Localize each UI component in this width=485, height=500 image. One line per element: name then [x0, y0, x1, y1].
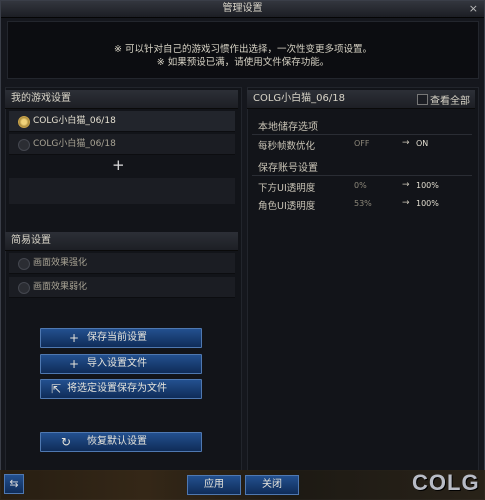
- option-to: 100%: [416, 181, 439, 190]
- radio-icon[interactable]: [18, 139, 30, 151]
- option-name: 角色UI透明度: [258, 201, 316, 212]
- option-name: 下方UI透明度: [258, 183, 316, 194]
- option-fps: 每秒帧数优化 OFF → ON: [258, 138, 470, 152]
- my-setting-item-2[interactable]: COLG小白猫_06/18: [9, 134, 235, 155]
- my-setting-item-1[interactable]: COLG小白猫_06/18: [9, 111, 235, 132]
- plus-icon: +: [69, 357, 80, 371]
- restore-default-button[interactable]: ↻ 恢复默认设置: [40, 432, 202, 452]
- notice-line-1: ※ 可以针对自己的游戏习惯作出选择，一次性变更多项设置。: [114, 44, 372, 55]
- import-file-label: 导入设置文件: [87, 358, 147, 369]
- radio-icon[interactable]: [18, 282, 30, 294]
- option-bottom-ui-opacity: 下方UI透明度 0% → 100%: [258, 180, 470, 194]
- colg-logo: COLG: [412, 470, 480, 495]
- divider: [252, 134, 472, 135]
- arrow-right-icon: →: [402, 138, 410, 148]
- divider: [252, 175, 472, 176]
- radio-icon[interactable]: [18, 258, 30, 270]
- simple-settings-title: 简易设置: [11, 235, 51, 246]
- simple-settings-header: 简易设置: [5, 232, 238, 251]
- simple-setting-label: 画面效果弱化: [33, 282, 88, 292]
- my-setting-item-label: COLG小白猫_06/18: [33, 139, 116, 149]
- my-setting-item-label: COLG小白猫_06/18: [33, 116, 116, 126]
- notice-box: ※ 可以针对自己的游戏习惯作出选择，一次性变更多项设置。 ※ 如果预设已满，请使…: [7, 21, 479, 79]
- export-icon: ⇱: [51, 382, 62, 396]
- apply-button[interactable]: 应用: [187, 475, 241, 495]
- refresh-icon: ↻: [61, 435, 72, 449]
- notice-line-2: ※ 如果预设已满，请使用文件保存功能。: [156, 57, 330, 68]
- restore-default-label: 恢复默认设置: [87, 436, 147, 447]
- empty-setting-slot: [9, 178, 235, 204]
- close-button[interactable]: 关闭: [245, 475, 299, 495]
- local-storage-section: 本地储存选项: [258, 122, 318, 133]
- account-section: 保存账号设置: [258, 163, 318, 174]
- option-from: 53%: [354, 199, 372, 208]
- refresh-icon[interactable]: ⇆: [4, 474, 24, 494]
- arrow-right-icon: →: [402, 180, 410, 190]
- radio-selected-icon[interactable]: [18, 116, 30, 128]
- option-to: ON: [416, 139, 429, 148]
- my-settings-title: 我的游戏设置: [11, 93, 71, 104]
- option-from: OFF: [354, 139, 370, 148]
- simple-setting-reduce[interactable]: 画面效果弱化: [9, 277, 235, 298]
- save-as-file-label: 将选定设置保存为文件: [67, 383, 167, 394]
- save-current-label: 保存当前设置: [87, 332, 147, 343]
- arrow-right-icon: →: [402, 198, 410, 208]
- option-to: 100%: [416, 199, 439, 208]
- add-setting-icon[interactable]: +: [112, 158, 125, 173]
- option-name: 每秒帧数优化: [258, 141, 316, 152]
- my-settings-header: 我的游戏设置: [5, 90, 238, 109]
- window-title: 管理设置: [222, 3, 263, 14]
- save-as-file-button[interactable]: ⇱ 将选定设置保存为文件: [40, 379, 202, 399]
- option-from: 0%: [354, 181, 367, 190]
- simple-setting-enhance[interactable]: 画面效果强化: [9, 253, 235, 274]
- view-all-label: 查看全部: [430, 96, 470, 107]
- save-current-button[interactable]: + 保存当前设置: [40, 328, 202, 348]
- import-file-button[interactable]: + 导入设置文件: [40, 354, 202, 374]
- close-icon[interactable]: ×: [469, 1, 478, 17]
- selected-setting-name: COLG小白猫_06/18: [253, 93, 345, 104]
- option-character-ui-opacity: 角色UI透明度 53% → 100%: [258, 198, 470, 212]
- view-all-checkbox[interactable]: [417, 94, 428, 105]
- plus-icon: +: [69, 331, 80, 345]
- simple-setting-label: 画面效果强化: [33, 258, 88, 268]
- title-bar: 管理设置 ×: [1, 1, 484, 18]
